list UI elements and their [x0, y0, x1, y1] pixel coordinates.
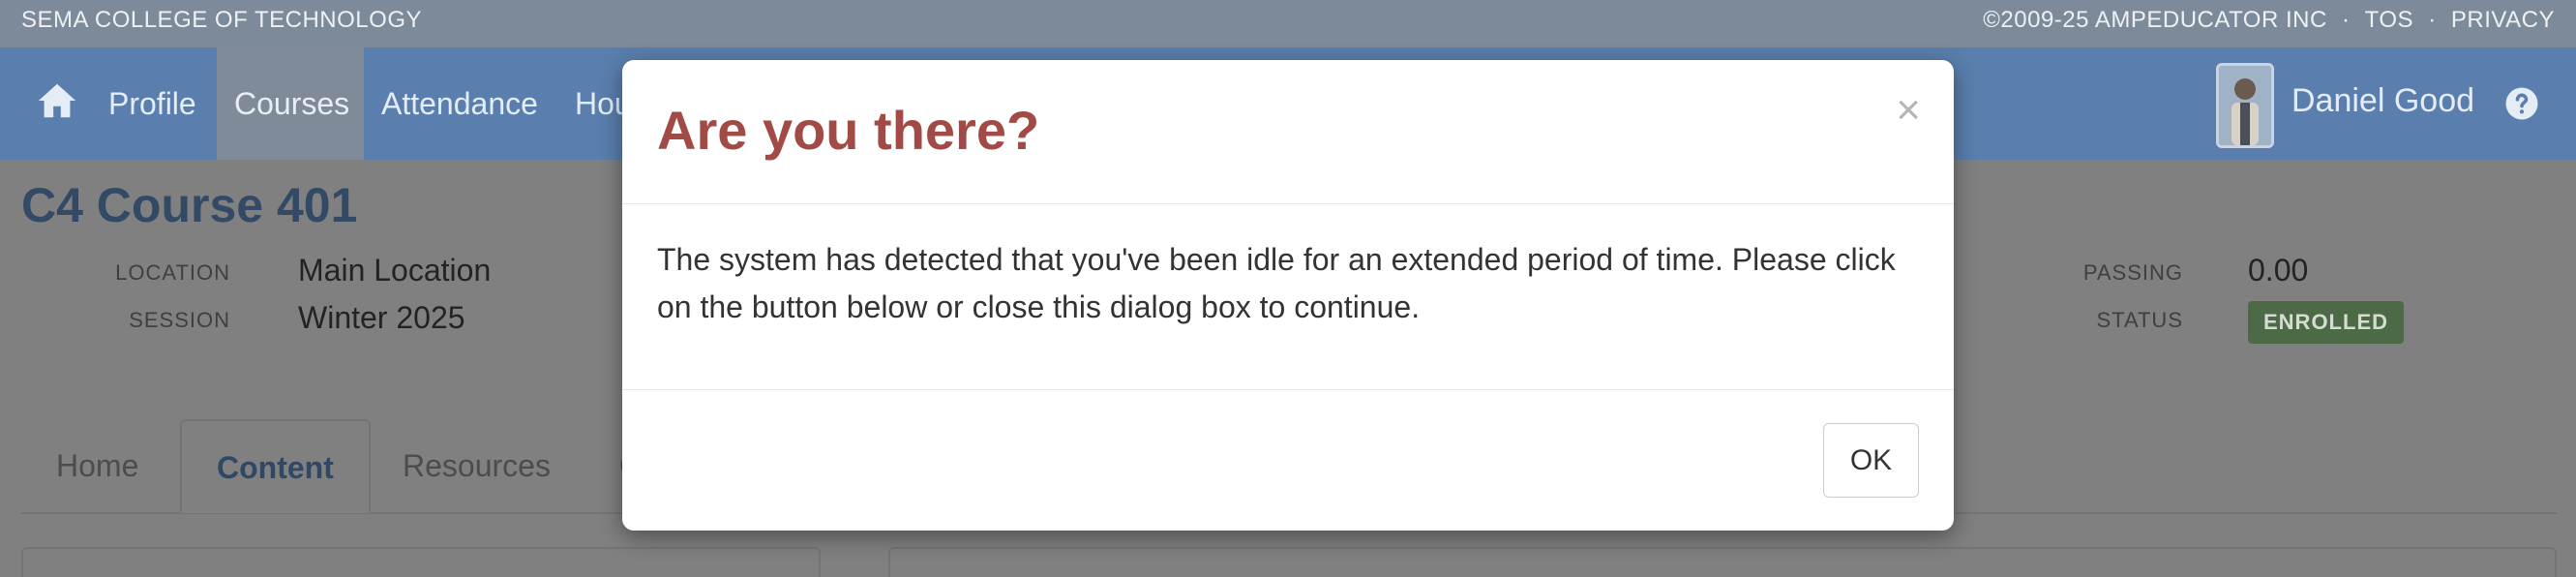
footer-links: ©2009-25 AMPEDUCATOR INC · TOS · PRIVACY — [1975, 7, 2555, 34]
close-icon[interactable]: × — [1896, 89, 1921, 132]
separator-dot: · — [2341, 7, 2351, 33]
nav-item-profile[interactable]: Profile — [91, 47, 214, 160]
nav-item-attendance[interactable]: Attendance — [364, 47, 555, 160]
page-title: C4 Course 401 — [21, 178, 358, 232]
avatar[interactable] — [2216, 63, 2274, 148]
session-value: Winter 2025 — [298, 300, 465, 335]
dialog-message-line: The system has detected that you've been… — [657, 242, 1896, 277]
top-strip: SEMA COLLEGE OF TECHNOLOGY ©2009-25 AMPE… — [0, 0, 2576, 47]
tos-link[interactable]: TOS — [2365, 7, 2413, 33]
nav-item-courses[interactable]: Courses — [217, 47, 364, 160]
dialog-message: The system has detected that you've been… — [657, 236, 1915, 331]
location-value: Main Location — [298, 253, 492, 288]
privacy-link[interactable]: PRIVACY — [2451, 7, 2555, 33]
tab-content[interactable]: Content — [180, 419, 371, 513]
dialog-header: Are you there? × — [622, 60, 1954, 204]
question-circle-icon[interactable] — [2504, 86, 2539, 121]
passing-label: PASSING — [2082, 260, 2183, 285]
left-panel — [21, 547, 821, 577]
dialog-title: Are you there? — [657, 100, 1040, 161]
user-name[interactable]: Daniel Good — [2291, 82, 2474, 120]
dialog-footer: OK — [622, 389, 1954, 531]
home-icon[interactable] — [35, 78, 79, 123]
tab-resources[interactable]: Resources — [368, 419, 585, 513]
location-label: LOCATION — [115, 260, 230, 285]
copyright-text: ©2009-25 AMPEDUCATOR INC — [1983, 7, 2327, 33]
user-photo — [2219, 66, 2271, 145]
school-name: SEMA COLLEGE OF TECHNOLOGY — [21, 7, 422, 33]
page: SEMA COLLEGE OF TECHNOLOGY ©2009-25 AMPE… — [0, 0, 2576, 577]
dialog-message-line: on the button below or close this dialog… — [657, 289, 1421, 324]
idle-dialog: Are you there? × The system has detected… — [622, 60, 1954, 531]
ok-button[interactable]: OK — [1823, 423, 1919, 498]
tab-home[interactable]: Home — [21, 419, 173, 513]
session-label: SESSION — [129, 308, 230, 332]
passing-value: 0.00 — [2248, 253, 2309, 288]
status-label: STATUS — [2096, 308, 2183, 332]
separator-dot: · — [2428, 7, 2437, 33]
right-panel — [888, 547, 2557, 577]
status-badge: ENROLLED — [2248, 301, 2404, 344]
